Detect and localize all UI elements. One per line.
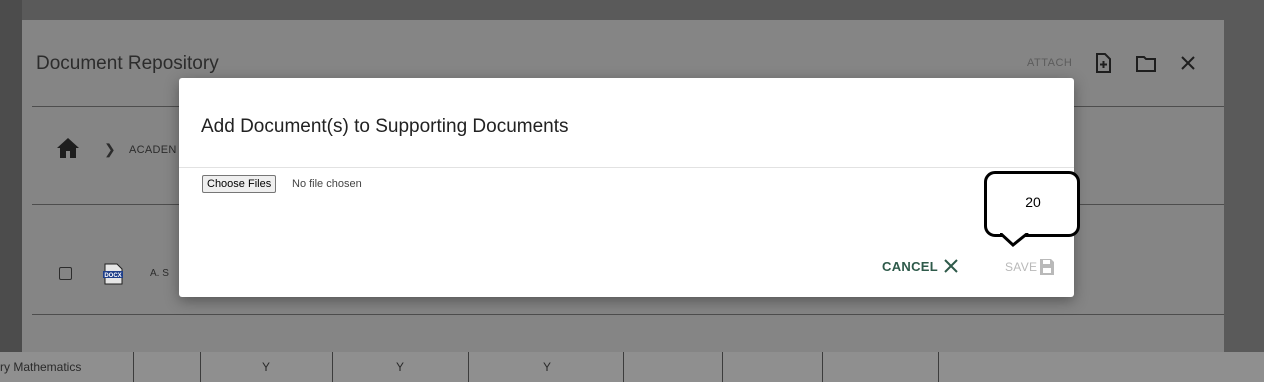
modal-title: Add Document(s) to Supporting Documents (201, 116, 569, 137)
add-document-modal: Add Document(s) to Supporting Documents … (179, 78, 1074, 297)
callout-tail (1000, 233, 1029, 247)
table-divider (133, 352, 134, 382)
background-table-subject: ry Mathematics (0, 360, 82, 374)
close-icon[interactable] (1177, 52, 1199, 74)
background-table-row (0, 352, 1264, 382)
table-divider (822, 352, 823, 382)
background-table-cell: Y (543, 360, 552, 374)
table-divider (332, 352, 333, 382)
cancel-button[interactable]: CANCEL (882, 258, 959, 274)
row-divider (32, 314, 1224, 315)
background-table-cell: Y (396, 360, 405, 374)
svg-text:DOCX: DOCX (104, 273, 121, 279)
attach-button[interactable]: ATTACH (1027, 57, 1072, 69)
save-label: SAVE (1005, 260, 1038, 274)
add-file-icon[interactable] (1092, 52, 1114, 74)
cancel-label: CANCEL (882, 258, 938, 274)
table-divider (938, 352, 939, 382)
modal-divider (179, 167, 1074, 168)
docx-file-icon: DOCX (102, 263, 124, 285)
breadcrumb-item[interactable]: ACADEN (129, 144, 177, 156)
row-checkbox[interactable] (59, 267, 72, 280)
table-divider (468, 352, 469, 382)
table-divider (200, 352, 201, 382)
folder-icon[interactable] (1135, 52, 1157, 74)
table-divider (623, 352, 624, 382)
file-name[interactable]: A. S (150, 268, 169, 279)
save-icon (1040, 259, 1055, 275)
no-file-chosen-text: No file chosen (292, 178, 362, 190)
background-left-strip (0, 0, 22, 382)
table-divider (722, 352, 723, 382)
home-icon[interactable] (56, 137, 80, 159)
annotation-callout: 20 (984, 171, 1080, 237)
save-button[interactable]: SAVE (1005, 258, 1055, 276)
close-x-icon (944, 259, 958, 273)
chevron-right-icon: ❯ (104, 141, 116, 157)
choose-files-button[interactable]: Choose Files (202, 175, 277, 193)
repository-title: Document Repository (36, 53, 219, 74)
background-table-cell: Y (262, 360, 271, 374)
annotation-number: 20 (1025, 194, 1041, 210)
